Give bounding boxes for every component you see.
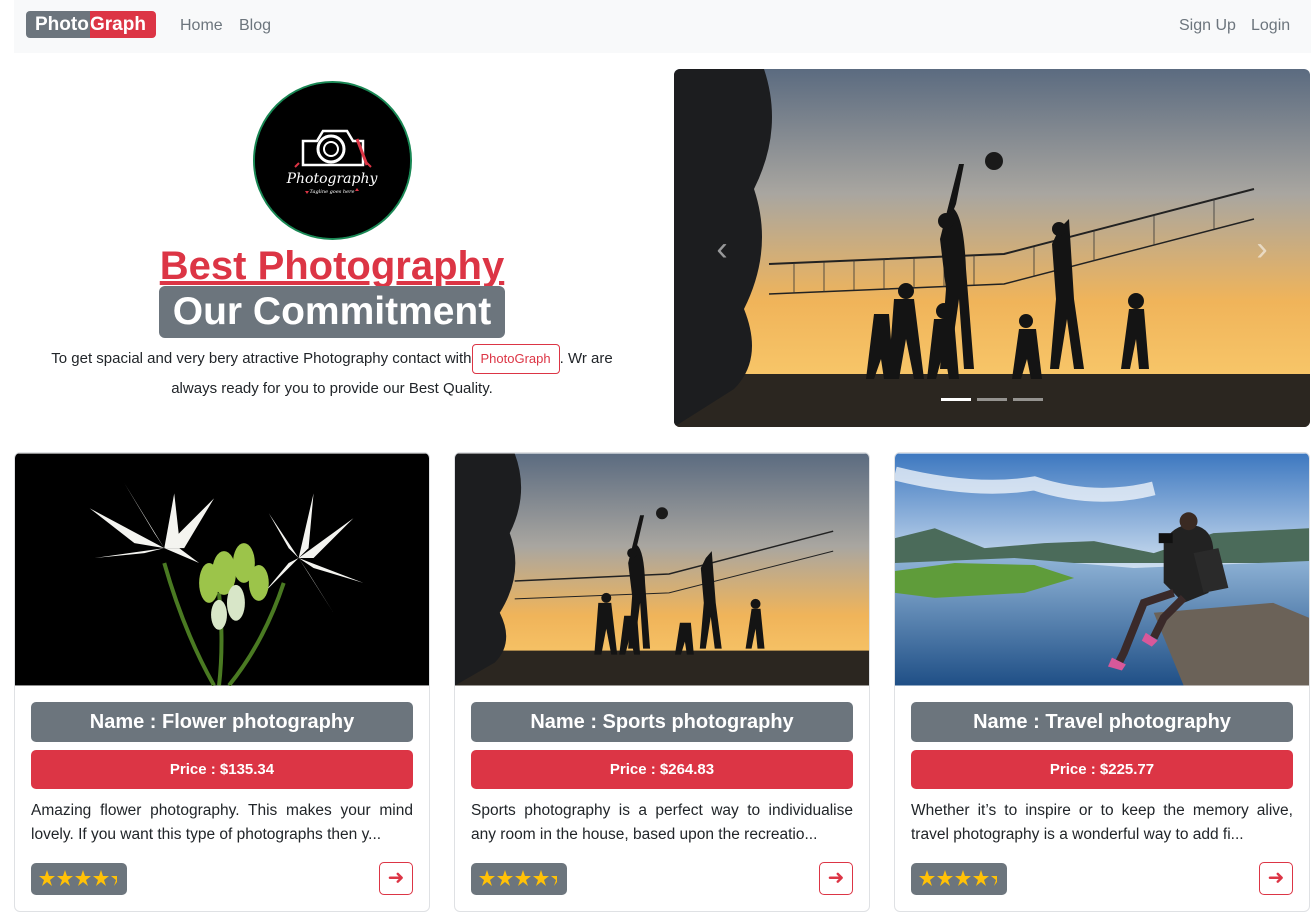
product-card-travel: Name : Travel photography Price : $225.7…	[894, 452, 1310, 912]
photograph-tag-button[interactable]: PhotoGraph	[471, 344, 560, 375]
nav-login-link[interactable]: Login	[1251, 16, 1290, 36]
product-card-sports: Name : Sports photography Price : $264.8…	[454, 452, 870, 912]
nav-signup-link[interactable]: Sign Up	[1179, 16, 1236, 36]
card-description: Whether it’s to inspire or to keep the m…	[911, 802, 1293, 843]
hero-carousel: ‹ ›	[674, 69, 1310, 427]
product-card-flower: Name : Flower photography Price : $135.3…	[14, 452, 430, 912]
brand-logo[interactable]: Photo Graph	[26, 11, 156, 38]
card-name-label: Name : Travel photography	[911, 702, 1293, 742]
logo-text: Photography	[286, 171, 379, 187]
carousel-indicator-1[interactable]	[941, 398, 971, 401]
hero-description: To get spacial and very bery atractive P…	[28, 344, 636, 403]
logo-tagline: Tagline goes here	[310, 189, 355, 195]
rating-stars	[471, 863, 567, 895]
view-details-button[interactable]: ➜	[1259, 862, 1293, 895]
navbar: Photo Graph Home Blog Sign Up Login	[14, 0, 1311, 53]
view-details-button[interactable]: ➜	[379, 862, 413, 895]
carousel-indicator-2[interactable]	[977, 398, 1007, 401]
view-details-button[interactable]: ➜	[819, 862, 853, 895]
hero-text-before: To get spacial and very bery atractive P…	[51, 350, 472, 367]
star-rating-icon	[479, 870, 559, 886]
nav-home-link[interactable]: Home	[180, 16, 223, 36]
arrow-right-icon: ➜	[1267, 867, 1285, 889]
card-description: Amazing flower photography. This makes y…	[31, 802, 413, 843]
nav-blog-link[interactable]: Blog	[239, 16, 271, 36]
hero-title: Best Photography	[159, 244, 505, 288]
card-name-label: Name : Sports photography	[471, 702, 853, 742]
card-price-label: Price : $264.83	[471, 750, 853, 789]
card-description: Sports photography is a perfect way to i…	[471, 802, 853, 843]
rating-stars	[31, 863, 127, 895]
card-price-label: Price : $135.34	[31, 750, 413, 789]
rating-stars	[911, 863, 1007, 895]
carousel-indicators	[941, 398, 1043, 401]
flower-image	[15, 453, 429, 686]
volleyball-sunset-image	[674, 69, 1310, 427]
card-name-label: Name : Flower photography	[31, 702, 413, 742]
chevron-right-icon: ›	[1256, 230, 1268, 268]
photography-logo: Photography Tagline goes here	[253, 81, 412, 240]
card-price-label: Price : $225.77	[911, 750, 1293, 789]
star-rating-icon	[919, 870, 999, 886]
chevron-left-icon: ‹	[716, 230, 728, 268]
brand-part1: Photo	[26, 11, 90, 38]
carousel-prev-button[interactable]: ‹	[707, 229, 737, 269]
carousel-next-button[interactable]: ›	[1247, 229, 1277, 269]
travel-image	[895, 453, 1309, 686]
star-rating-icon	[39, 870, 119, 886]
hero-subtitle: Our Commitment	[159, 286, 505, 338]
arrow-right-icon: ➜	[387, 867, 405, 889]
sports-image	[455, 453, 869, 686]
carousel-indicator-3[interactable]	[1013, 398, 1043, 401]
arrow-right-icon: ➜	[827, 867, 845, 889]
brand-part2: Graph	[90, 11, 156, 38]
camera-icon: Photography Tagline goes here	[255, 83, 410, 238]
